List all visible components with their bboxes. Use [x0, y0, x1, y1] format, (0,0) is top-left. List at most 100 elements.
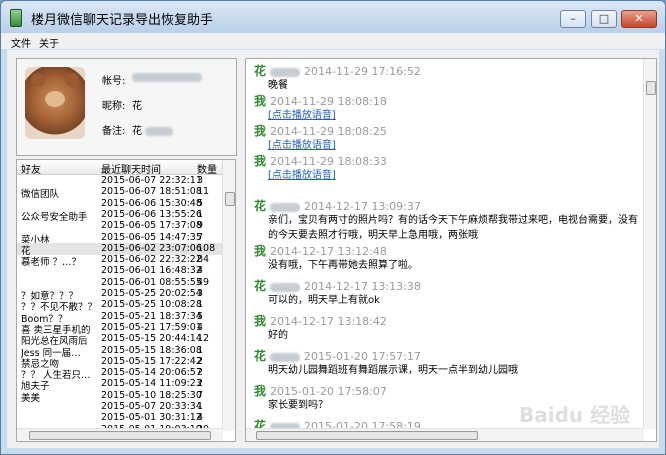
- account-label: 帐号:: [102, 76, 126, 87]
- sender-name-redacted: [270, 202, 301, 212]
- chat-horizontal-scrollbar[interactable]: [246, 428, 644, 441]
- friend-last-chat-time: 2015-06-06 13:55:26: [101, 208, 202, 220]
- friend-row[interactable]: 公众号安全助手 2015-06-06 13:55:26 1: [17, 208, 223, 223]
- column-header-friend[interactable]: 好友: [21, 161, 41, 176]
- message-sender: 我: [254, 124, 267, 138]
- friends-hscroll-thumb[interactable]: [29, 431, 211, 440]
- message-timestamp: 2014-11-29 17:16:52: [304, 65, 421, 78]
- friend-row[interactable]: 禁忌之吻 2015-05-15 17:22:42 2: [17, 356, 223, 370]
- friend-last-chat-time: 2015-05-14 11:09:23: [101, 378, 202, 390]
- friend-message-count: 3: [197, 175, 204, 186]
- baidu-watermark: Baidu 经验: [519, 403, 631, 427]
- friend-last-chat-time: 2015-06-02 23:07:06: [101, 242, 202, 254]
- friend-row[interactable]: 2015-05-07 20:33:34 1: [17, 401, 223, 413]
- friend-message-count: 5: [197, 310, 204, 322]
- friend-row[interactable]: 慕老师 ？…？ 2015-06-02 22:32:22 84: [17, 254, 223, 268]
- chat-hscroll-thumb[interactable]: [256, 431, 478, 440]
- sender-name-redacted: [270, 282, 301, 292]
- play-voice-link[interactable]: [点击播放语音]: [268, 138, 638, 153]
- message-text: 明天幼儿园舞蹈班有舞蹈展示课，明天一点半到幼儿园哦: [268, 365, 518, 376]
- chat-scroll-thumb[interactable]: [646, 81, 656, 95]
- message-header: 我 2015-01-20 17:58:07: [254, 382, 387, 399]
- remark-value: 花: [132, 122, 174, 137]
- column-header-last-chat-time[interactable]: 最近聊天时间: [101, 161, 161, 176]
- client-area: 帐号: 昵称: 花 备注: 花 好友 最近聊天时间 数量 2015-06-07 …: [7, 50, 659, 448]
- friend-row[interactable]: Boom？？ 2015-05-21 18:37:34 5: [17, 310, 223, 325]
- column-header-count[interactable]: 数量: [197, 161, 217, 176]
- friend-row[interactable]: 2015-06-05 17:37:08 9: [17, 220, 223, 232]
- friend-row[interactable]: 2015-05-01 30:31:12 4: [17, 412, 223, 424]
- friends-list[interactable]: 好友 最近聊天时间 数量 2015-06-07 22:32:11 3 微信团队 201…: [16, 159, 236, 442]
- friend-last-chat-time: 2015-06-07 18:51:08: [101, 186, 202, 198]
- profile-panel: 帐号: 昵称: 花 备注: 花: [16, 58, 237, 156]
- friend-message-count: 5: [197, 197, 204, 209]
- friend-last-chat-time: 2015-05-21 18:37:34: [101, 310, 202, 322]
- friend-last-chat-time: 2015-05-15 18:36:08: [101, 344, 202, 356]
- chat-vertical-scrollbar[interactable]: [643, 59, 656, 429]
- friend-message-count: 9: [197, 220, 204, 232]
- friends-list-header: 好友 最近聊天时间 数量: [17, 160, 223, 176]
- chat-history-panel[interactable]: 花 2014-11-29 17:16:52 晚餐我 2014-11-29 18:08:…: [245, 58, 657, 442]
- message-sender: 我: [254, 244, 267, 258]
- friend-row[interactable]: Jess 同一届… 2015-05-15 18:36:08 1: [17, 344, 223, 359]
- message-timestamp: 2014-12-17 13:12:48: [270, 245, 387, 258]
- friend-row[interactable]: 2015-06-01 08:55:55 49: [17, 277, 223, 289]
- minimize-button[interactable]: –: [560, 10, 586, 28]
- friend-last-chat-time: 2015-06-07 22:32:11: [101, 175, 202, 186]
- sender-name-redacted: [270, 67, 301, 77]
- avatar: [25, 67, 85, 139]
- menu-about[interactable]: 关于: [39, 35, 59, 50]
- friends-horizontal-scrollbar[interactable]: [17, 428, 223, 441]
- friend-row[interactable]: 2015-06-06 15:30:48 5: [17, 198, 223, 210]
- friend-row[interactable]: 阳光总在风雨后 2015-05-15 20:44:14 12: [17, 333, 223, 347]
- teddy-bear-ear-right: [65, 73, 79, 87]
- friend-message-count: 12: [197, 333, 210, 345]
- friend-row[interactable]: 旭夫子 2015-05-14 11:09:23 2: [17, 378, 223, 392]
- message-timestamp: 2015-01-20 17:58:07: [270, 385, 387, 398]
- friend-row[interactable]: 花 2015-06-02 23:07:06 108: [17, 242, 223, 257]
- message-header: 花 2014-11-29 17:16:52: [254, 62, 421, 79]
- menu-file[interactable]: 文件: [11, 35, 31, 50]
- message-timestamp: 2014-12-17 13:09:37: [304, 200, 421, 213]
- friend-last-chat-time: 2015-06-06 15:30:48: [101, 197, 202, 209]
- teddy-bear-face: [45, 91, 65, 107]
- friend-last-chat-time: 2015-05-15 20:44:14: [101, 333, 202, 345]
- window-title: 楼月微信聊天记录导出恢复助手: [31, 13, 214, 28]
- friend-row[interactable]: ？？ 人生若只… 2015-05-14 20:06:57 2: [17, 367, 223, 381]
- friend-last-chat-time: 2015-05-14 20:06:57: [101, 367, 202, 379]
- friend-message-count: 1: [197, 299, 204, 311]
- message-timestamp: 2014-11-29 18:08:18: [270, 95, 387, 108]
- nickname-value: 花: [132, 101, 142, 112]
- maximize-button[interactable]: □: [591, 10, 617, 28]
- friend-last-chat-time: 2015-05-07 20:33:34: [101, 401, 202, 412]
- title-bar[interactable]: 楼月微信聊天记录导出恢复助手 – □ ✕: [1, 1, 665, 33]
- friend-row[interactable]: 喜 卖三星手机的 2015-05-21 17:59:01 4: [17, 321, 223, 336]
- friend-message-count: 1: [197, 401, 204, 412]
- menu-bar: 文件 关于: [1, 33, 665, 50]
- close-button[interactable]: ✕: [621, 10, 657, 28]
- friends-scroll-thumb[interactable]: [225, 192, 235, 206]
- message-header: 我 2014-12-17 13:12:48: [254, 242, 387, 259]
- friend-row[interactable]: 美美 2015-05-10 18:25:30 7: [17, 390, 223, 404]
- app-window: 楼月微信聊天记录导出恢复助手 – □ ✕ 文件 关于 帐号: 昵称: 花 备注:…: [0, 0, 666, 455]
- friend-message-count: 1: [197, 344, 204, 356]
- friend-row[interactable]: ？？不见不散？？ 2015-05-25 10:08:28 1: [17, 299, 223, 313]
- message-sender: 我: [254, 94, 267, 108]
- sender-name-redacted: [270, 352, 301, 362]
- message-sender: 我: [254, 314, 267, 328]
- friend-last-chat-time: 2015-05-01 30:31:12: [101, 412, 202, 424]
- play-voice-link[interactable]: [点击播放语音]: [268, 168, 638, 183]
- friend-row[interactable]: 2015-06-07 22:32:11 3: [17, 175, 223, 187]
- remark-label: 备注:: [102, 126, 126, 137]
- friend-row[interactable]: 微信团队 2015-06-07 18:51:08 11: [17, 186, 223, 200]
- message-header: 花 2014-12-17 13:09:37: [254, 197, 421, 214]
- play-voice-link[interactable]: [点击播放语音]: [268, 108, 638, 123]
- friend-row[interactable]: 2015-06-01 16:48:32 4: [17, 265, 223, 277]
- friend-message-count: 4: [197, 321, 204, 333]
- message-timestamp: 2014-11-29 18:08:33: [270, 155, 387, 168]
- friend-row[interactable]: 菜小林 2015-06-05 14:47:35 7: [17, 231, 223, 246]
- friends-vertical-scrollbar[interactable]: [222, 160, 235, 431]
- message-timestamp: 2015-01-20 17:57:17: [304, 350, 421, 363]
- friend-message-count: 7: [197, 231, 204, 243]
- friend-row[interactable]: ？如意？？？ 2015-05-25 20:02:54 3: [17, 288, 223, 302]
